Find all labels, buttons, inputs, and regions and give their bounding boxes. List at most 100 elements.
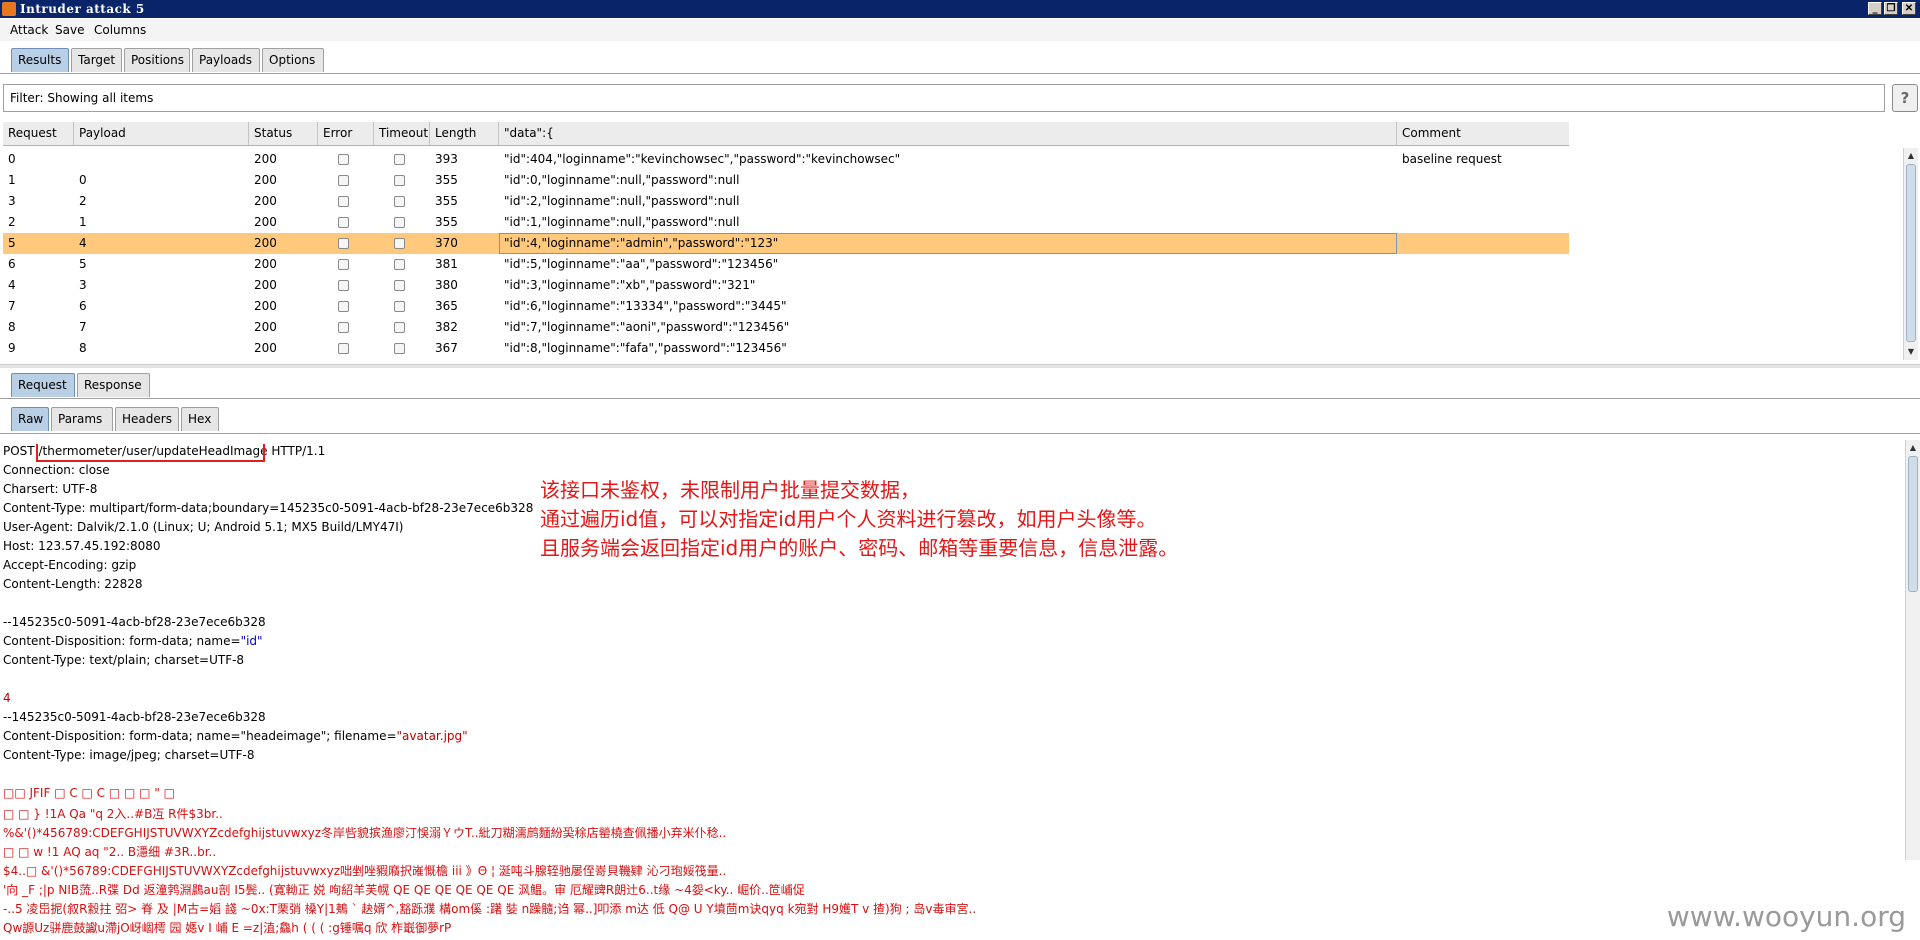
scroll-up-icon[interactable]: ▲: [1905, 150, 1917, 162]
timeout-checkbox[interactable]: [394, 259, 405, 270]
tab-positions[interactable]: Positions: [124, 48, 190, 72]
table-row[interactable]: 4 3 200 380 "id":3,"loginname":"xb","passwor…: [3, 275, 1569, 296]
error-checkbox[interactable]: [338, 322, 349, 333]
menu-save[interactable]: Save: [55, 23, 84, 37]
split-divider[interactable]: [0, 364, 1920, 368]
comment-cell: [1397, 254, 1569, 275]
length-cell: 393: [435, 152, 458, 166]
binary-data-line: %&'()*456789:CDEFGHIJSTUVWXYZcdefghijstu…: [3, 826, 727, 840]
tab-request[interactable]: Request: [11, 373, 75, 397]
error-checkbox[interactable]: [338, 343, 349, 354]
timeout-checkbox[interactable]: [394, 238, 405, 249]
request-method: POST: [3, 444, 35, 458]
help-button[interactable]: ?: [1892, 84, 1918, 112]
table-row[interactable]: 0 200 393 "id":404,"loginname":"kevinchowse…: [3, 149, 1569, 170]
request-scrollbar[interactable]: ▲: [1905, 440, 1920, 860]
table-row[interactable]: 8 7 200 382 "id":7,"loginname":"aoni","passw…: [3, 317, 1569, 338]
table-row[interactable]: 7 6 200 365 "id":6,"loginname":"13334","pass…: [3, 296, 1569, 317]
timeout-checkbox[interactable]: [394, 280, 405, 291]
tab-headers[interactable]: Headers: [115, 407, 179, 431]
error-checkbox[interactable]: [338, 196, 349, 207]
payload-cell: 6: [79, 299, 87, 313]
col-request[interactable]: Request: [3, 122, 74, 145]
table-row[interactable]: 6 5 200 381 "id":5,"loginname":"aa","passwor…: [3, 254, 1569, 275]
timeout-cell: [374, 212, 430, 233]
payload-cell: 7: [79, 320, 87, 334]
table-scrollbar[interactable]: ▲ ▼: [1903, 148, 1918, 360]
request-cell: 3: [8, 194, 16, 208]
length-cell: 355: [435, 173, 458, 187]
boundary-line: --145235c0-5091-4acb-bf28-23e7ece6b328: [3, 710, 266, 724]
timeout-checkbox[interactable]: [394, 154, 405, 165]
timeout-checkbox[interactable]: [394, 217, 405, 228]
col-status[interactable]: Status: [249, 122, 318, 145]
table-row[interactable]: 5 4 200 370 "id":4,"loginname":"admin","pass…: [3, 233, 1569, 254]
error-checkbox[interactable]: [338, 259, 349, 270]
raw-request-view[interactable]: POST /thermometer/user/updateHeadImage H…: [0, 444, 1904, 940]
table-row[interactable]: 3 2 200 355 "id":2,"loginname":null,"passwor…: [3, 191, 1569, 212]
scroll-down-icon[interactable]: ▼: [1905, 346, 1917, 358]
tab-payloads[interactable]: Payloads: [192, 48, 260, 72]
col-error[interactable]: Error: [318, 122, 374, 145]
table-row[interactable]: 2 1 200 355 "id":1,"loginname":null,"passwor…: [3, 212, 1569, 233]
data-cell: "id":5,"loginname":"aa","password":"1234…: [504, 257, 779, 271]
file-name: "avatar.jpg": [396, 729, 468, 743]
table-row[interactable]: 9 8 200 367 "id":8,"loginname":"fafa","passw…: [3, 338, 1569, 359]
payload-cell: 3: [79, 278, 87, 292]
menu-bar: Attack Save Columns: [0, 19, 1920, 41]
burp-logo-icon: [2, 2, 16, 16]
error-checkbox[interactable]: [338, 175, 349, 186]
col-timeout[interactable]: Timeout: [374, 122, 430, 145]
col-length[interactable]: Length: [430, 122, 499, 145]
request-cell: 4: [8, 278, 16, 292]
timeout-checkbox[interactable]: [394, 175, 405, 186]
tab-target[interactable]: Target: [71, 48, 122, 72]
error-checkbox[interactable]: [338, 217, 349, 228]
timeout-checkbox[interactable]: [394, 322, 405, 333]
disposition-line: Content-Disposition: form-data; name="id…: [3, 634, 263, 648]
tab-options[interactable]: Options: [262, 48, 324, 72]
timeout-checkbox[interactable]: [394, 343, 405, 354]
menu-attack[interactable]: Attack: [10, 23, 48, 37]
error-checkbox[interactable]: [338, 238, 349, 249]
timeout-cell: [374, 191, 430, 212]
col-data[interactable]: "data":{: [499, 122, 1397, 145]
scroll-up-icon[interactable]: ▲: [1907, 442, 1919, 454]
scroll-thumb[interactable]: [1906, 164, 1916, 342]
header-line: Accept-Encoding: gzip: [3, 558, 137, 572]
scroll-thumb[interactable]: [1908, 456, 1918, 592]
timeout-checkbox[interactable]: [394, 301, 405, 312]
restore-button[interactable]: ❐: [1884, 2, 1898, 15]
menu-columns[interactable]: Columns: [94, 23, 146, 37]
timeout-checkbox[interactable]: [394, 196, 405, 207]
tab-params[interactable]: Params: [51, 407, 113, 431]
timeout-cell: [374, 317, 430, 338]
request-cell: 2: [8, 215, 16, 229]
binary-data-line: □ □ w !1 AQ aq "2.. B濦细 #3R..br..: [3, 845, 217, 859]
col-comment[interactable]: Comment: [1397, 122, 1569, 145]
header-line: Content-Length: 22828: [3, 577, 143, 591]
status-cell: 200: [254, 152, 277, 166]
minimize-button[interactable]: _: [1868, 2, 1882, 15]
request-cell: 6: [8, 257, 16, 271]
tab-results[interactable]: Results: [11, 48, 69, 72]
error-checkbox[interactable]: [338, 154, 349, 165]
filter-bar[interactable]: Filter: Showing all items: [3, 84, 1885, 112]
error-cell: [318, 296, 374, 317]
tab-raw[interactable]: Raw: [11, 407, 49, 431]
payload-cell: 8: [79, 341, 87, 355]
tab-hex[interactable]: Hex: [181, 407, 219, 431]
tab-divider: [0, 73, 1920, 74]
error-checkbox[interactable]: [338, 280, 349, 291]
timeout-cell: [374, 254, 430, 275]
watermark: www.wooyun.org: [1666, 900, 1906, 933]
error-checkbox[interactable]: [338, 301, 349, 312]
table-row[interactable]: 1 0 200 355 "id":0,"loginname":null,"passwor…: [3, 170, 1569, 191]
col-payload[interactable]: Payload: [74, 122, 249, 145]
status-cell: 200: [254, 299, 277, 313]
close-button[interactable]: ✕: [1902, 2, 1916, 15]
timeout-cell: [374, 149, 430, 170]
error-cell: [318, 317, 374, 338]
tab-response[interactable]: Response: [77, 373, 150, 397]
disposition-text: Content-Disposition: form-data; name="he…: [3, 729, 397, 743]
